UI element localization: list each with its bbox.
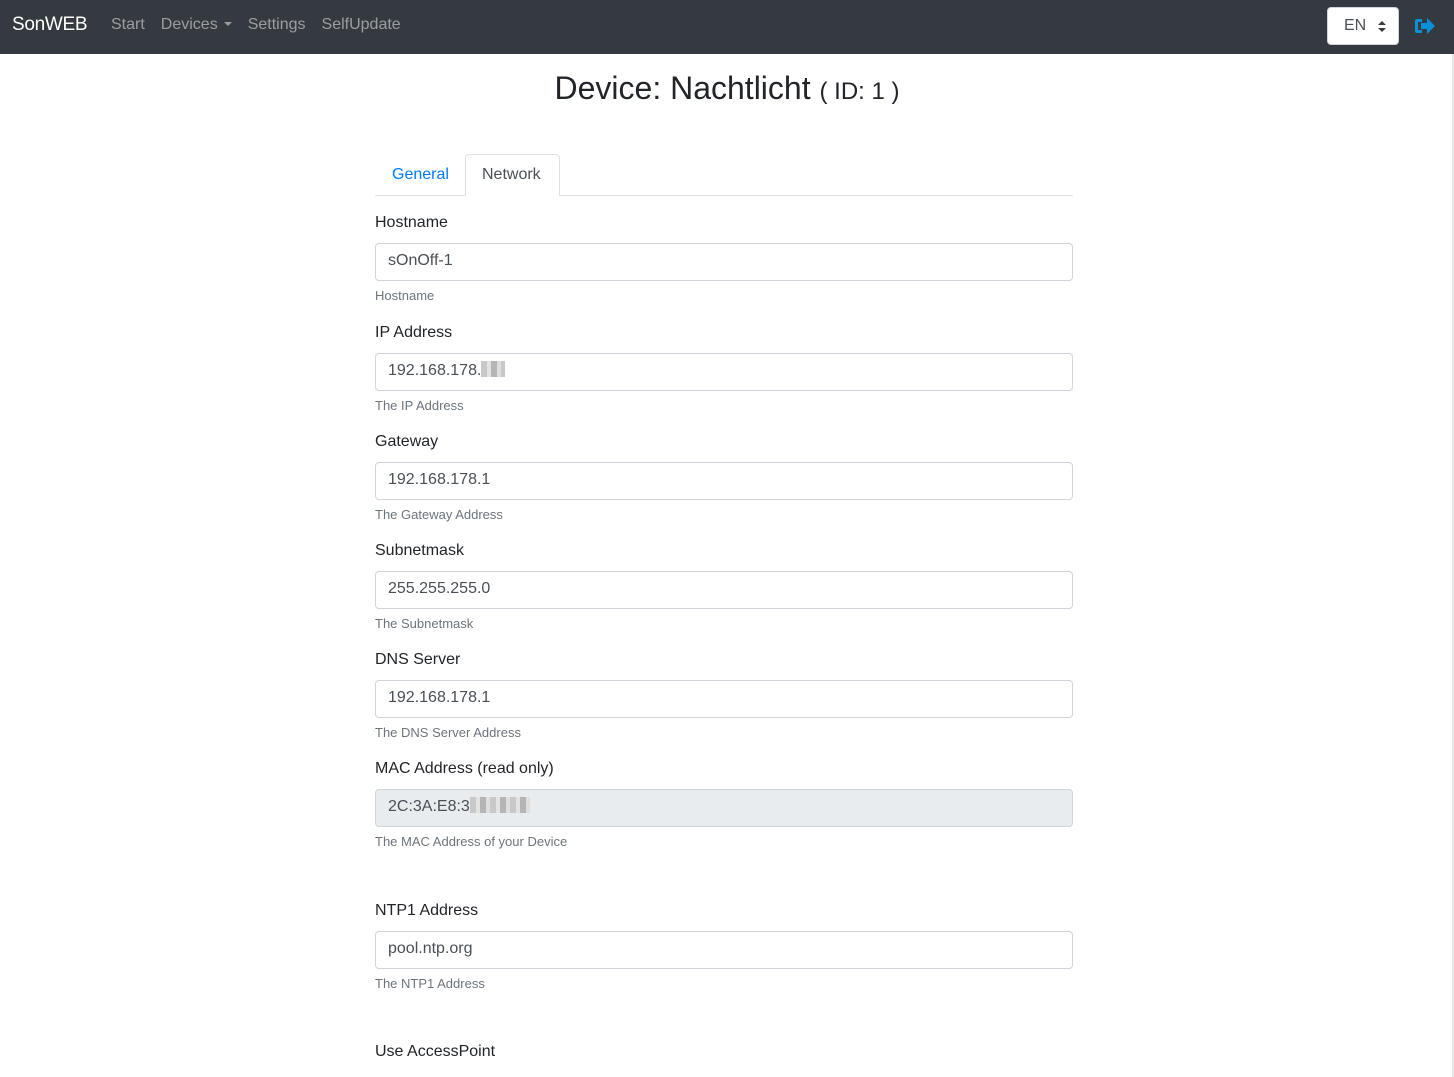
tab-network[interactable]: Network — [465, 154, 560, 196]
hostname-group: Hostname sOnOff-1 Hostname — [375, 214, 1073, 303]
navbar: SonWEB Start Devices Settings SelfUpdate… — [0, 0, 1454, 54]
ntp1-input[interactable]: pool.ntp.org — [375, 931, 1073, 969]
language-select[interactable]: EN — [1327, 7, 1399, 45]
gateway-group: Gateway 192.168.178.1 The Gateway Addres… — [375, 433, 1073, 522]
dns-group: DNS Server 192.168.178.1 The DNS Server … — [375, 651, 1073, 740]
gateway-help: The Gateway Address — [375, 507, 503, 522]
gateway-label: Gateway — [375, 433, 439, 450]
ip-value: 192.168.178. — [388, 362, 482, 379]
device-id: ( ID: 1 ) — [819, 78, 900, 105]
accesspoint-label: Use AccessPoint — [375, 1043, 496, 1060]
caret-down-icon — [223, 21, 232, 26]
dns-help: The DNS Server Address — [375, 725, 521, 740]
hostname-label: Hostname — [375, 214, 448, 231]
select-arrows-icon — [1378, 21, 1386, 33]
nav-link-devices-label: Devices — [160, 16, 218, 33]
ip-group: IP Address 192.168.178. The IP Address — [375, 324, 1073, 413]
ip-label: IP Address — [375, 324, 453, 341]
mac-value: 2C:3A:E8:3 — [388, 798, 470, 815]
ntp1-help: The NTP1 Address — [375, 976, 485, 991]
nav-link-devices[interactable]: Devices — [161, 16, 232, 34]
page-title: Device: Nachtlicht ( ID: 1 ) — [0, 70, 1454, 107]
sign-out-icon[interactable] — [1414, 16, 1436, 36]
language-value: EN — [1344, 17, 1367, 34]
hostname-help: Hostname — [375, 288, 435, 303]
subnet-label: Subnetmask — [375, 542, 464, 559]
accesspoint-group: Use AccessPoint — [375, 1043, 1073, 1061]
subnet-input[interactable]: 255.255.255.0 — [375, 571, 1073, 609]
brand-logo[interactable]: SonWEB — [12, 14, 88, 36]
subnet-group: Subnetmask 255.255.255.0 The Subnetmask — [375, 542, 1073, 631]
nav-link-start[interactable]: Start — [111, 16, 145, 34]
mac-help: The MAC Address of your Device — [375, 834, 568, 849]
redacted-blur — [481, 361, 506, 378]
ip-input[interactable]: 192.168.178. — [375, 353, 1073, 391]
subnet-help: The Subnetmask — [375, 616, 474, 631]
hostname-input[interactable]: sOnOff-1 — [375, 243, 1073, 281]
tab-general[interactable]: General — [376, 154, 465, 196]
tab-bar: General Network — [375, 154, 1073, 196]
dns-label: DNS Server — [375, 651, 461, 668]
nav-links: Start Devices Settings SelfUpdate — [111, 16, 401, 34]
redacted-blur — [469, 797, 530, 814]
nav-link-selfupdate[interactable]: SelfUpdate — [322, 16, 401, 34]
ntp1-label: NTP1 Address — [375, 902, 479, 919]
dns-input[interactable]: 192.168.178.1 — [375, 680, 1073, 718]
mac-group: MAC Address (read only) 2C:3A:E8:3 The M… — [375, 760, 1073, 849]
mac-label: MAC Address (read only) — [375, 760, 554, 777]
device-title: Device: Nachtlicht — [554, 70, 811, 106]
ntp1-group: NTP1 Address pool.ntp.org The NTP1 Addre… — [375, 902, 1073, 991]
ip-help: The IP Address — [375, 398, 464, 413]
nav-link-settings[interactable]: Settings — [248, 16, 306, 34]
gateway-input[interactable]: 192.168.178.1 — [375, 462, 1073, 500]
mac-input: 2C:3A:E8:3 — [375, 789, 1073, 827]
